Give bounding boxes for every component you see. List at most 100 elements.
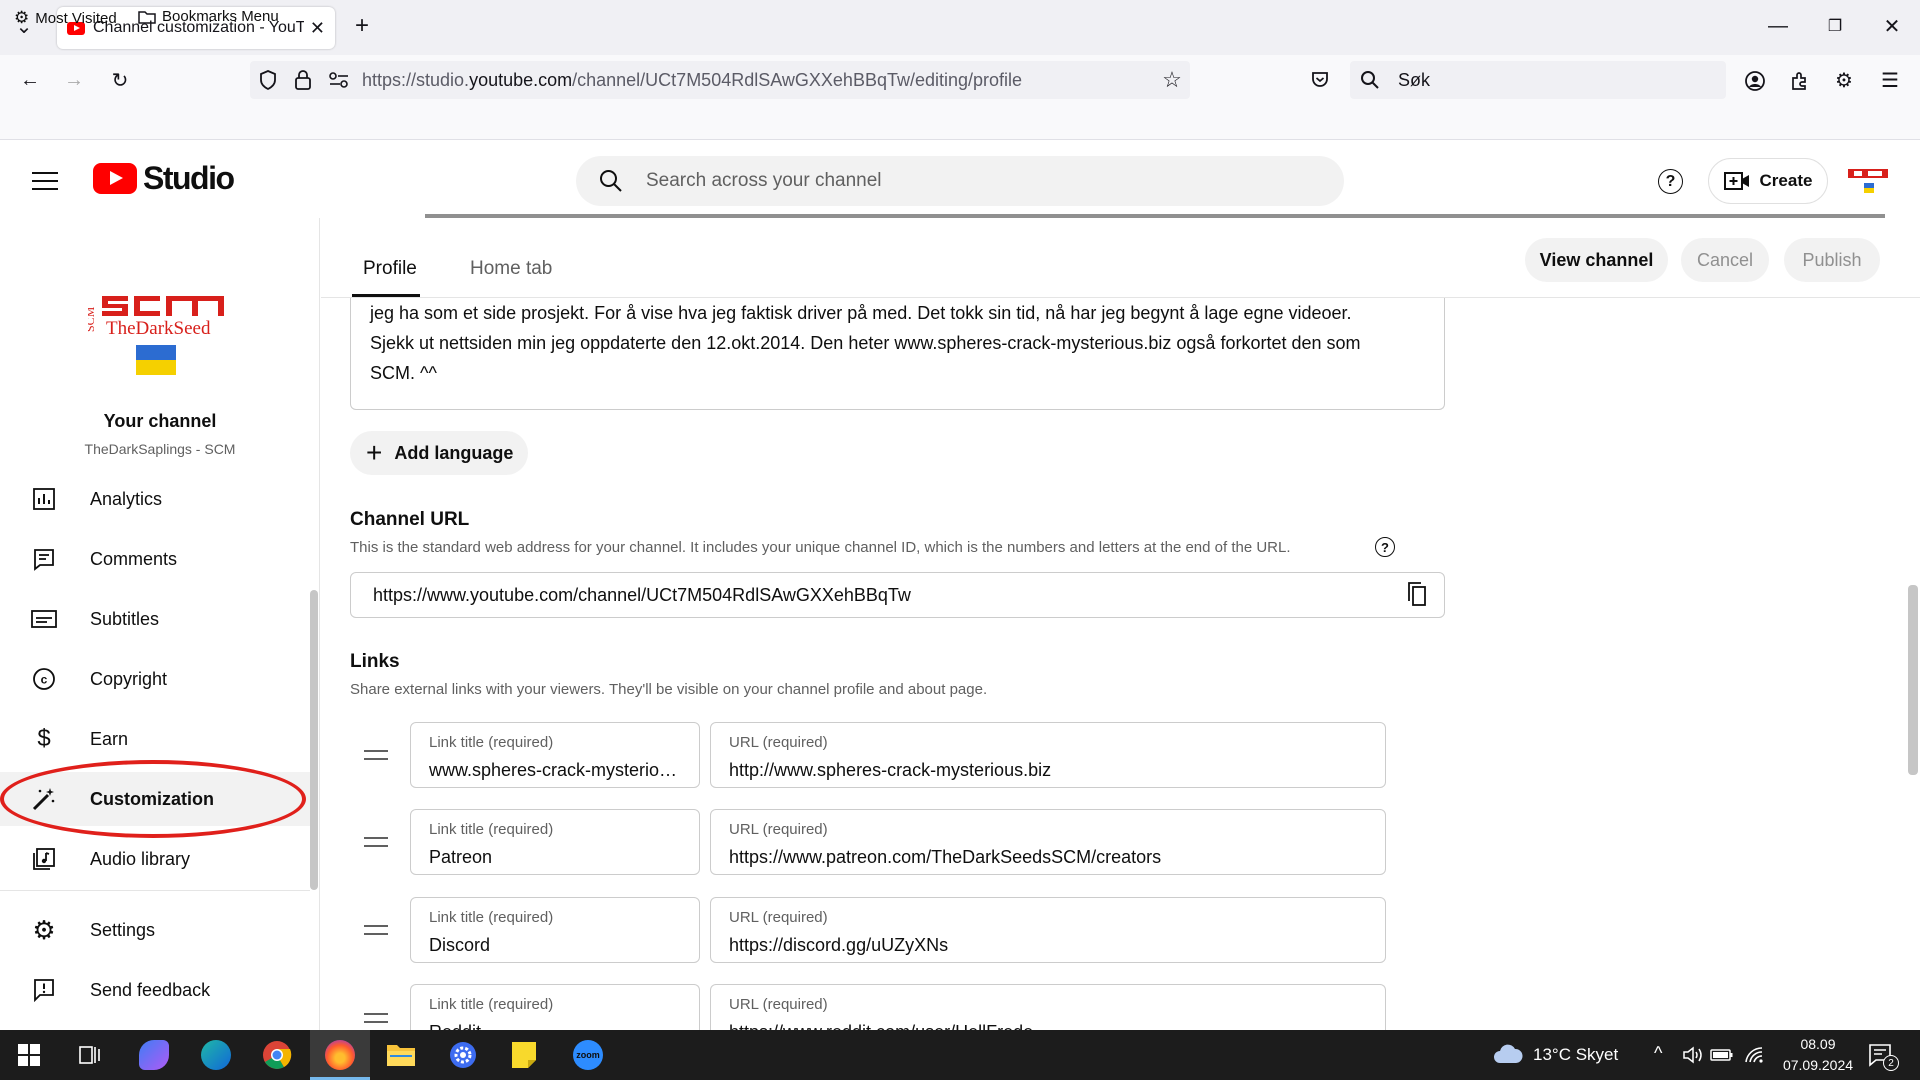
drag-handle-icon[interactable]: [364, 925, 388, 935]
add-language-button[interactable]: + Add language: [350, 431, 528, 475]
link-url-field[interactable]: URL (required) http://www.spheres-crack-…: [710, 722, 1386, 788]
zoom-app-icon[interactable]: zoom: [573, 1040, 603, 1070]
pocket-icon[interactable]: [1310, 70, 1330, 90]
youtube-logo-icon[interactable]: [93, 163, 137, 194]
minimize-window-icon[interactable]: —: [1766, 14, 1790, 38]
copilot-icon[interactable]: [139, 1040, 169, 1070]
clock-time[interactable]: 08.09: [1778, 1036, 1858, 1052]
subtitles-icon: [30, 605, 58, 633]
link-title-field[interactable]: Link title (required) Patreon: [410, 809, 700, 875]
bookmark-menu[interactable]: Bookmarks Menu: [138, 8, 279, 25]
sidebar-scrollbar[interactable]: [310, 590, 318, 890]
tray-overflow-chevron-icon[interactable]: ^: [1654, 1043, 1662, 1064]
add-language-label: Add language: [394, 442, 514, 463]
channel-avatar[interactable]: SCM TheDarkSeed: [88, 292, 228, 382]
sidebar-item-send-feedback[interactable]: Send feedback: [0, 963, 310, 1017]
link-title-field[interactable]: Link title (required) Reddit: [410, 984, 700, 1030]
speaker-icon[interactable]: [1682, 1045, 1704, 1065]
settings-app-icon[interactable]: [448, 1040, 478, 1070]
sidebar-divider: [0, 890, 310, 891]
lock-icon[interactable]: [294, 69, 312, 91]
link-url-field[interactable]: URL (required) https://www.patreon.com/T…: [710, 809, 1386, 875]
browser-search-text: Søk: [1398, 69, 1431, 90]
bookmark-most-visited[interactable]: ⚙ Most Visited: [14, 8, 117, 28]
battery-icon[interactable]: [1710, 1047, 1734, 1063]
channel-url-field[interactable]: https://www.youtube.com/channel/UCt7M504…: [350, 572, 1445, 618]
notification-count-badge: 2: [1883, 1055, 1899, 1071]
sidebar-item-earn[interactable]: $ Earn: [0, 712, 310, 766]
publish-button[interactable]: Publish: [1784, 238, 1880, 282]
comments-icon: [30, 545, 58, 573]
link-url-label: URL (required): [729, 996, 828, 1013]
drag-handle-icon[interactable]: [364, 837, 388, 847]
app-menu-icon[interactable]: ☰: [1878, 68, 1902, 92]
channel-url-value: https://www.youtube.com/channel/UCt7M504…: [373, 584, 911, 605]
svg-text:c: c: [41, 673, 48, 687]
studio-search-input[interactable]: Search across your channel: [576, 156, 1344, 206]
restore-window-icon[interactable]: ❐: [1823, 14, 1847, 38]
forward-icon[interactable]: →: [62, 68, 86, 92]
drag-handle-icon[interactable]: [364, 750, 388, 760]
bookmarks-toolbar: [0, 105, 1920, 140]
description-line: jeg ha som et side prosjekt. For å vise …: [370, 303, 1352, 323]
edge-browser-icon[interactable]: [201, 1040, 231, 1070]
drag-handle-icon[interactable]: [364, 1013, 388, 1023]
close-tab-icon[interactable]: ✕: [310, 18, 325, 39]
link-url-field[interactable]: URL (required) https://www.reddit.com/us…: [710, 984, 1386, 1030]
tracking-shield-icon[interactable]: [258, 69, 278, 91]
clock-date[interactable]: 07.09.2024: [1770, 1057, 1866, 1073]
studio-logo-text[interactable]: Studio: [143, 160, 235, 197]
hamburger-menu-icon[interactable]: [32, 172, 58, 190]
link-title-field[interactable]: Link title (required) www.spheres-crack-…: [410, 722, 700, 788]
main-scrollbar[interactable]: [1908, 585, 1918, 775]
description-textarea[interactable]: jeg ha som et side prosjekt. For å vise …: [350, 280, 1445, 410]
task-view-icon[interactable]: [78, 1044, 102, 1066]
sidebar-item-audio-library[interactable]: Audio library: [0, 832, 310, 886]
extensions-icon[interactable]: [1789, 70, 1811, 92]
account-icon[interactable]: [1744, 70, 1766, 92]
firefox-browser-icon[interactable]: [325, 1040, 355, 1070]
reload-icon[interactable]: ↻: [108, 68, 132, 92]
browser-settings-gear-icon[interactable]: ⚙: [1832, 68, 1856, 92]
link-title-value: www.spheres-crack-mysterious.biz: [429, 760, 699, 780]
tab-home[interactable]: Home tab: [470, 258, 552, 280]
permissions-icon[interactable]: [328, 71, 350, 89]
new-tab-icon[interactable]: +: [350, 12, 374, 39]
sidebar-item-analytics[interactable]: Analytics: [0, 472, 310, 526]
copy-icon[interactable]: [1408, 582, 1426, 606]
link-title-field[interactable]: Link title (required) Discord: [410, 897, 700, 963]
close-window-icon[interactable]: ✕: [1880, 14, 1904, 38]
sidebar-item-copyright[interactable]: c Copyright: [0, 652, 310, 706]
link-title-label: Link title (required): [429, 821, 554, 838]
url-bar[interactable]: https://studio. youtube.com/channel/UCt7M…: [250, 61, 1190, 99]
chrome-browser-icon[interactable]: [262, 1040, 292, 1070]
weather-cloud-icon[interactable]: [1492, 1043, 1524, 1065]
sidebar-item-label: Subtitles: [90, 608, 160, 629]
link-title-label: Link title (required): [429, 734, 554, 751]
sticky-notes-icon[interactable]: [510, 1040, 538, 1070]
tab-profile[interactable]: Profile: [363, 258, 417, 280]
header-avatar[interactable]: [1846, 166, 1890, 196]
sidebar-item-label: Analytics: [90, 488, 163, 509]
bookmark-star-icon[interactable]: ☆: [1160, 67, 1184, 92]
wifi-icon[interactable]: [1744, 1046, 1766, 1064]
audio-library-icon: [30, 845, 58, 873]
sidebar-item-customization[interactable]: Customization: [0, 772, 310, 826]
back-icon[interactable]: ←: [18, 68, 42, 92]
help-icon[interactable]: ?: [1658, 169, 1683, 194]
create-button[interactable]: Create: [1708, 158, 1828, 204]
windows-start-icon[interactable]: [18, 1044, 40, 1066]
help-icon[interactable]: ?: [1375, 537, 1395, 557]
link-title-value: Patreon: [429, 847, 493, 867]
sidebar-item-settings[interactable]: ⚙ Settings: [0, 903, 310, 957]
browser-search-input[interactable]: Søk: [1350, 61, 1726, 99]
weather-text[interactable]: 13°C Skyet: [1533, 1045, 1618, 1065]
search-icon[interactable]: [598, 168, 624, 194]
sidebar-item-subtitles[interactable]: Subtitles: [0, 592, 310, 646]
view-channel-button[interactable]: View channel: [1525, 238, 1668, 282]
file-explorer-icon[interactable]: [386, 1042, 416, 1068]
cancel-button[interactable]: Cancel: [1681, 238, 1769, 282]
sidebar-item-comments[interactable]: Comments: [0, 532, 310, 586]
channel-name: TheDarkSaplings - SCM: [84, 441, 236, 457]
link-url-field[interactable]: URL (required) https://discord.gg/uUZyXN…: [710, 897, 1386, 963]
